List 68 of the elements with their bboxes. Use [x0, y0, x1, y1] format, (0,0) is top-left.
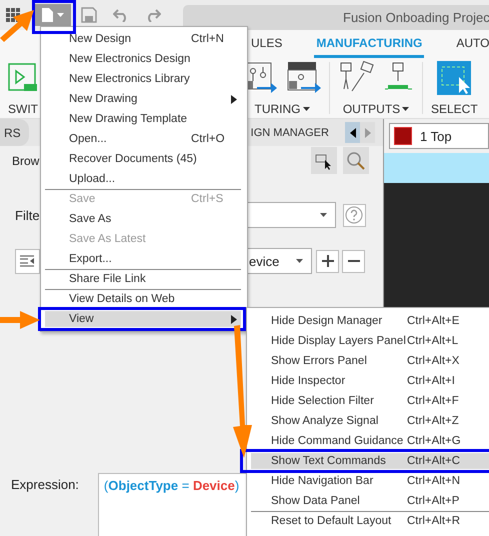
select-box-button[interactable]	[311, 147, 338, 174]
plus-icon	[322, 255, 334, 267]
menu-item[interactable]: New Drawing	[45, 91, 241, 107]
menu-item[interactable]: Show Analyze Signal Ctrl+Alt+Z	[251, 413, 489, 429]
add-button[interactable]	[316, 250, 339, 272]
list-collapse-button[interactable]	[15, 248, 40, 274]
left-triangle-icon	[350, 128, 356, 138]
menu-item[interactable]: Show Data Panel Ctrl+Alt+P	[251, 493, 489, 509]
menu-item[interactable]: New Design Ctrl+N	[45, 31, 241, 47]
caret-icon	[302, 107, 310, 111]
caret-icon	[402, 107, 410, 111]
redo-icon[interactable]	[145, 8, 161, 22]
menu-item[interactable]: View Details on Web	[45, 289, 241, 307]
panel-tab[interactable]: IGN MANAGER	[246, 119, 337, 146]
save-icon[interactable]	[81, 7, 97, 23]
scroll-left-button[interactable]	[345, 122, 360, 143]
ribbon-group-label[interactable]: SELECT	[431, 102, 478, 116]
expression-label: Expression:	[11, 477, 79, 492]
schematic-switch-icon	[8, 63, 38, 93]
annotation-arrow	[0, 10, 34, 42]
menu-item[interactable]: New Electronics Design	[45, 51, 241, 67]
file-menu-button[interactable]	[35, 4, 71, 26]
list-collapse-icon	[20, 255, 36, 267]
caret-icon	[296, 259, 303, 263]
menu-item[interactable]: New Electronics Library	[45, 71, 241, 87]
menu-item[interactable]: Hide Navigation Bar Ctrl+Alt+N	[251, 473, 489, 489]
document-icon	[42, 8, 53, 22]
odb-export-icon	[287, 61, 321, 95]
menu-item[interactable]: Export...	[45, 251, 241, 267]
menu-item[interactable]: Hide Display Layers PanelCtrl+Alt+L	[251, 333, 489, 349]
browse-label: Brow	[12, 154, 40, 168]
menu-item[interactable]: Open... Ctrl+O	[45, 131, 241, 147]
caret-icon	[320, 213, 327, 217]
ribbon-group-label[interactable]: OUTPUTS	[342, 102, 410, 116]
menu-item[interactable]: New Drawing Template	[45, 111, 241, 127]
ribbon-group-label[interactable]: SWIT	[8, 102, 38, 116]
highlight-frame	[32, 0, 76, 34]
select-tool-icon	[437, 61, 472, 95]
ribbon-group-label[interactable]: TURING	[254, 102, 310, 116]
menu-item[interactable]: Recover Documents (45)	[45, 151, 241, 167]
help-icon	[345, 206, 364, 224]
menu-item[interactable]: Share File Link	[45, 269, 241, 287]
ribbon-tab[interactable]: ULES	[245, 35, 288, 58]
annotation-arrow	[0, 311, 40, 329]
menu-item[interactable]: View	[45, 311, 241, 327]
box-select-icon	[315, 152, 334, 170]
document-tab[interactable]: Fusion Onboading Projec	[183, 5, 489, 30]
menu-item[interactable]: Show Text Commands Ctrl+Alt+C	[251, 453, 489, 469]
filter-label: Filte	[15, 208, 40, 222]
help-button[interactable]	[342, 204, 366, 226]
menu-item[interactable]: Hide Inspector Ctrl+Alt+I	[251, 373, 489, 389]
menu-item[interactable]: Hide Command Guidance Ctrl+Alt+G	[251, 433, 489, 449]
caret-icon	[57, 13, 64, 17]
menu-item[interactable]: Hide Design Manager Ctrl+Alt+E	[251, 313, 489, 329]
menu-item[interactable]: Show Errors Panel Ctrl+Alt+X	[251, 353, 489, 369]
magnifier-icon	[346, 150, 366, 170]
menu-item[interactable]: Upload...	[45, 171, 241, 187]
submenu-arrow-icon	[231, 95, 237, 104]
ribbon-tab[interactable]: AUTO	[450, 35, 489, 58]
menu-item[interactable]: Reset to Default Layout Ctrl+Alt+R	[251, 511, 489, 529]
undo-icon[interactable]	[113, 8, 129, 22]
menu-item[interactable]: Save As	[45, 211, 241, 227]
submenu-arrow-icon	[231, 315, 237, 324]
right-triangle-icon	[364, 128, 370, 138]
menu-item[interactable]: Hide Selection Filter Ctrl+Alt+F	[251, 393, 489, 409]
layer-dropdown[interactable]: 1 Top	[389, 123, 489, 149]
panel-tab[interactable]: RS	[0, 119, 29, 146]
remove-button[interactable]	[342, 250, 365, 272]
